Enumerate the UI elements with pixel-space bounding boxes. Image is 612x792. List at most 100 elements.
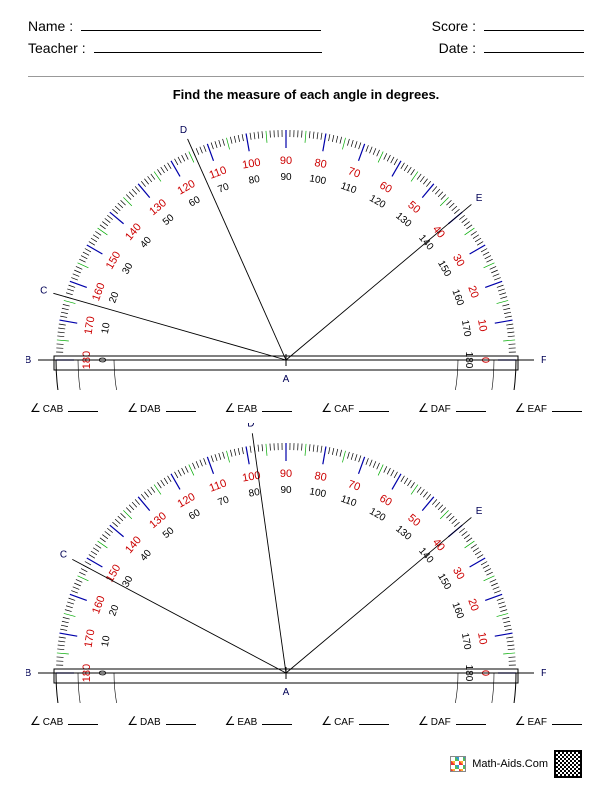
svg-text:110: 110 xyxy=(339,494,358,510)
svg-text:80: 80 xyxy=(313,470,327,484)
answer-eab: ∠EAB xyxy=(225,401,293,415)
svg-text:170: 170 xyxy=(83,628,98,648)
answer-input-line[interactable] xyxy=(456,411,486,412)
svg-text:170: 170 xyxy=(459,319,473,338)
svg-text:60: 60 xyxy=(377,492,394,509)
name-label: Name : xyxy=(28,18,73,34)
svg-text:60: 60 xyxy=(377,179,394,196)
answer-input-line[interactable] xyxy=(262,411,292,412)
svg-text:150: 150 xyxy=(435,572,453,592)
answer-eab: ∠EAB xyxy=(225,714,293,728)
svg-text:20: 20 xyxy=(107,290,121,305)
answer-input-line[interactable] xyxy=(166,411,196,412)
svg-text:C: C xyxy=(40,286,47,297)
svg-text:160: 160 xyxy=(449,288,465,308)
svg-text:120: 120 xyxy=(367,193,387,211)
svg-text:20: 20 xyxy=(465,597,480,613)
svg-text:70: 70 xyxy=(346,165,362,180)
protractor-svg: 1800170101602015030140401305012060110701… xyxy=(26,110,546,390)
svg-text:D: D xyxy=(180,125,187,136)
svg-text:50: 50 xyxy=(405,199,422,216)
answer-input-line[interactable] xyxy=(359,411,389,412)
svg-text:A: A xyxy=(283,687,290,698)
svg-text:50: 50 xyxy=(161,212,177,228)
svg-text:30: 30 xyxy=(450,252,467,269)
footer-site: Math-Aids.Com xyxy=(472,758,548,770)
angle-icon: ∠ xyxy=(30,714,41,728)
protractor-problem-1: 1800170101602015030140401305012060110701… xyxy=(26,110,586,395)
date-input-line[interactable] xyxy=(484,52,584,53)
protractor-svg: 1800170101602015030140401305012060110701… xyxy=(26,423,546,703)
angle-icon: ∠ xyxy=(225,401,236,415)
svg-text:60: 60 xyxy=(187,194,203,209)
svg-text:150: 150 xyxy=(435,259,453,279)
answer-daf: ∠DAF xyxy=(418,714,486,728)
svg-text:130: 130 xyxy=(393,211,413,230)
answer-input-line[interactable] xyxy=(68,724,98,725)
svg-text:40: 40 xyxy=(138,235,154,251)
svg-text:150: 150 xyxy=(104,250,124,272)
answer-row-1: ∠CAB∠DAB∠EAB∠CAF∠DAF∠EAF xyxy=(30,401,582,415)
svg-text:160: 160 xyxy=(90,594,108,615)
svg-text:70: 70 xyxy=(216,181,231,195)
angle-icon: ∠ xyxy=(515,714,526,728)
svg-text:100: 100 xyxy=(241,157,261,172)
answer-row-2: ∠CAB∠DAB∠EAB∠CAF∠DAF∠EAF xyxy=(30,714,582,728)
teacher-input-line[interactable] xyxy=(94,52,322,53)
svg-text:90: 90 xyxy=(280,172,292,183)
svg-text:20: 20 xyxy=(107,603,121,618)
svg-text:30: 30 xyxy=(120,261,135,277)
svg-text:110: 110 xyxy=(339,181,358,197)
protractor-problem-2: 1800170101602015030140401305012060110701… xyxy=(26,423,586,708)
svg-text:70: 70 xyxy=(216,494,231,508)
qr-code-icon xyxy=(554,750,582,778)
svg-text:10: 10 xyxy=(100,321,113,334)
svg-text:90: 90 xyxy=(280,468,292,480)
answer-dab: ∠DAB xyxy=(127,401,195,415)
svg-text:40: 40 xyxy=(138,548,154,564)
header-divider xyxy=(28,76,584,77)
answer-input-line[interactable] xyxy=(359,724,389,725)
answer-eaf: ∠EAF xyxy=(515,714,582,728)
svg-text:160: 160 xyxy=(449,601,465,621)
svg-text:F: F xyxy=(541,355,546,366)
svg-text:70: 70 xyxy=(346,478,362,493)
svg-text:D: D xyxy=(247,423,254,429)
angle-icon: ∠ xyxy=(515,401,526,415)
svg-text:90: 90 xyxy=(280,155,292,167)
answer-cab: ∠CAB xyxy=(30,714,98,728)
answer-input-line[interactable] xyxy=(552,411,582,412)
score-input-line[interactable] xyxy=(484,30,584,31)
angle-icon: ∠ xyxy=(321,714,332,728)
svg-text:110: 110 xyxy=(208,164,229,181)
svg-text:10: 10 xyxy=(475,318,489,332)
answer-input-line[interactable] xyxy=(68,411,98,412)
angle-icon: ∠ xyxy=(225,714,236,728)
svg-text:120: 120 xyxy=(367,506,387,524)
svg-text:120: 120 xyxy=(176,491,198,511)
svg-text:90: 90 xyxy=(280,485,292,496)
svg-text:30: 30 xyxy=(450,565,467,582)
svg-text:B: B xyxy=(26,355,32,366)
name-input-line[interactable] xyxy=(81,30,321,31)
svg-text:80: 80 xyxy=(313,157,327,171)
answer-input-line[interactable] xyxy=(456,724,486,725)
svg-text:80: 80 xyxy=(248,174,261,187)
svg-text:60: 60 xyxy=(187,507,203,522)
svg-text:80: 80 xyxy=(248,487,261,500)
answer-cab: ∠CAB xyxy=(30,401,98,415)
answer-input-line[interactable] xyxy=(262,724,292,725)
answer-caf: ∠CAF xyxy=(321,401,389,415)
svg-text:50: 50 xyxy=(161,525,177,541)
svg-text:100: 100 xyxy=(309,486,328,500)
answer-input-line[interactable] xyxy=(166,724,196,725)
answer-input-line[interactable] xyxy=(552,724,582,725)
angle-icon: ∠ xyxy=(30,401,41,415)
angle-icon: ∠ xyxy=(127,714,138,728)
instruction-text: Find the measure of each angle in degree… xyxy=(0,87,612,102)
math-aids-icon xyxy=(450,756,466,772)
answer-dab: ∠DAB xyxy=(127,714,195,728)
svg-text:50: 50 xyxy=(405,512,422,529)
teacher-label: Teacher : xyxy=(28,40,86,56)
svg-text:E: E xyxy=(476,193,483,204)
